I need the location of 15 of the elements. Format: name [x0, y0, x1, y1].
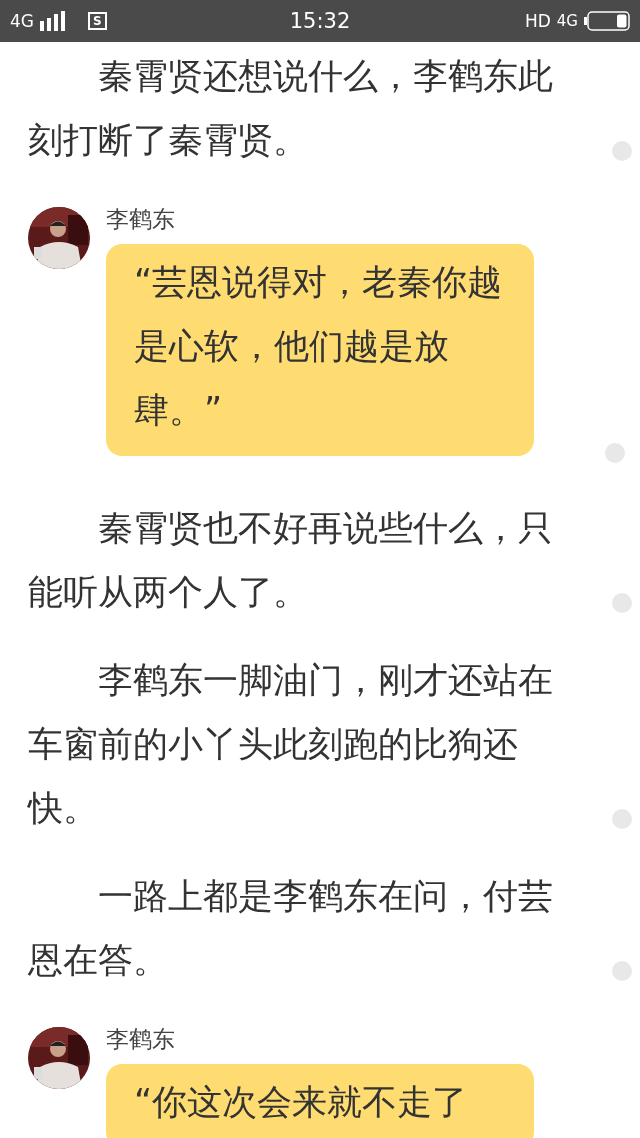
battery-icon	[584, 11, 630, 31]
message-bubble: “你这次会来就不走了	[106, 1064, 534, 1138]
signal-icon	[40, 11, 66, 31]
sim-badge: S	[88, 12, 107, 30]
speaker-name: 李鹤东	[106, 1025, 175, 1054]
network-label: 4G	[556, 12, 578, 30]
story-paragraph: 一路上都是李鹤东在问，付芸恩在答。	[28, 875, 554, 982]
story-paragraph: 秦霄贤也不好再说些什么，只能听从两个人了。	[28, 507, 554, 614]
story-paragraph: 秦霄贤还想说什么，李鹤东此刻打断了秦霄贤。	[28, 55, 554, 162]
story-paragraph: 李鹤东一脚油门，刚才还站在车窗前的小丫头此刻跑的比狗还快。	[28, 659, 554, 830]
network-label: 4G	[10, 11, 34, 31]
speaker-name: 李鹤东	[106, 205, 175, 234]
message-bubble: “芸恩说得对，老秦你越是心软，他们越是放肆。”	[106, 244, 534, 456]
hd-label: HD	[524, 11, 551, 31]
status-time: 15:32	[289, 9, 351, 33]
